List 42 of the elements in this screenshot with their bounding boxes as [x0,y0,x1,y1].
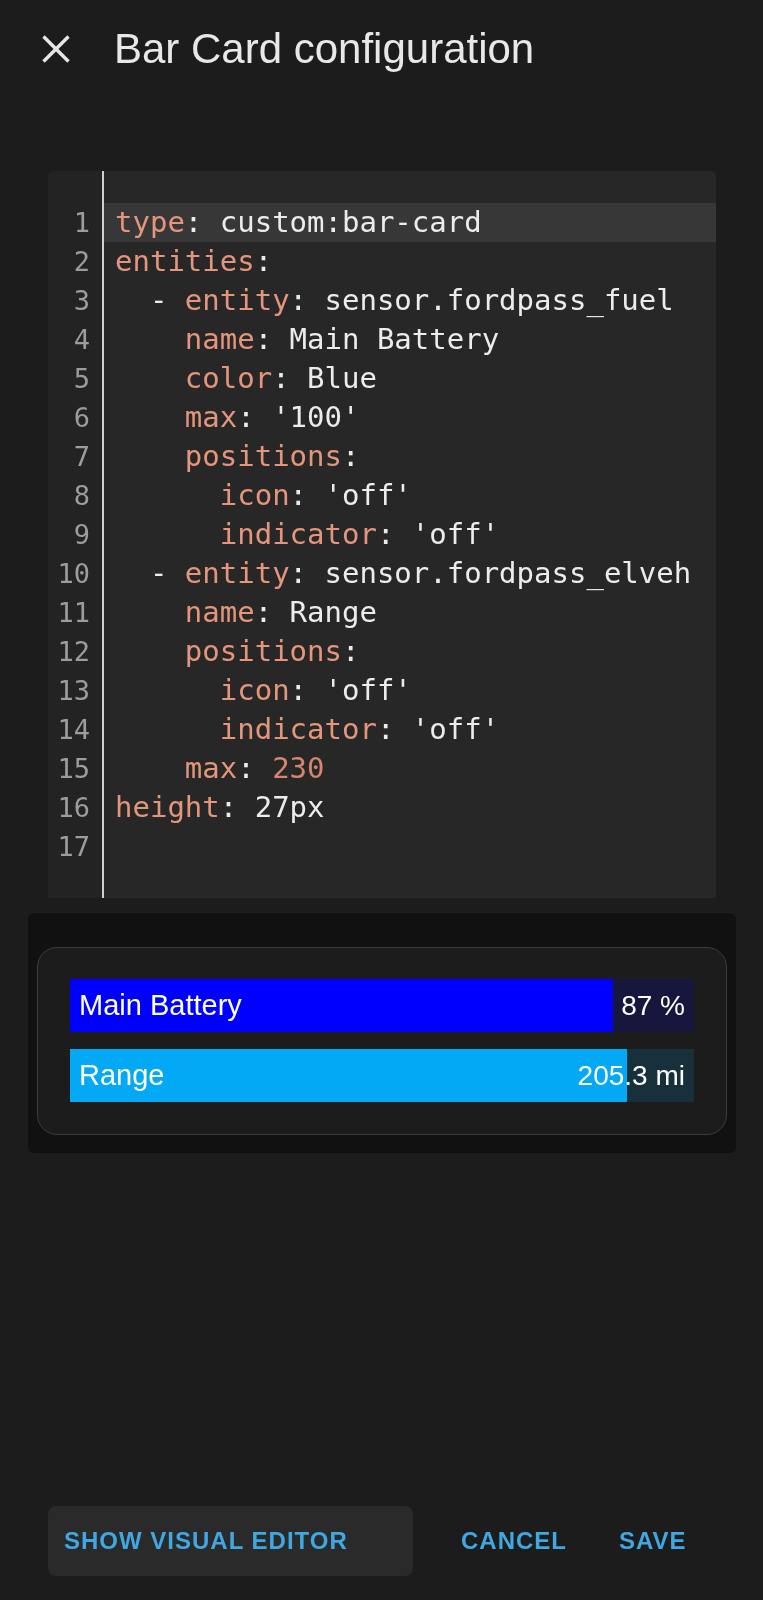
bar-value: 87 % [621,989,685,1022]
code-line: color: Blue [183,360,377,397]
line-number: 9 [73,518,90,552]
code-line: name: Main Battery [183,321,500,358]
code-line: indicator: 'off' [218,711,500,748]
line-number: 1 [73,206,90,240]
close-icon [42,35,70,63]
dialog-title: Bar Card configuration [114,24,535,74]
code-line: positions: [183,438,360,475]
code-line: type: custom:bar-card [115,204,482,241]
line-number: 12 [57,635,90,669]
line-number: 7 [73,440,90,474]
code-line: max: '100' [183,399,360,436]
line-number: 2 [73,245,90,279]
code-line: - entity: sensor.fordpass_fuel [148,282,674,319]
bar-label: Main Battery [79,989,242,1022]
line-number: 14 [57,713,90,747]
code-line: - entity: sensor.fordpass_elveh [148,555,692,592]
code-line: icon: 'off' [218,477,412,514]
code-line: max: 230 [183,750,325,787]
line-number: 8 [73,479,90,513]
line-number: 15 [57,752,90,786]
dialog-action-button[interactable]: SAVE [603,1506,703,1576]
line-number: 6 [73,401,90,435]
line-number: 5 [73,362,90,396]
code-line: indicator: 'off' [218,516,500,553]
code-editor[interactable] [48,171,716,898]
line-number: 3 [73,284,90,318]
bar-label: Range [79,1059,165,1092]
dialog-action-button[interactable]: CANCEL [445,1506,583,1576]
code-line: entities: [115,243,273,280]
code-line: height: 27px [115,789,325,826]
line-number: 16 [57,791,90,825]
line-number: 11 [57,596,90,630]
line-number: 17 [57,830,90,864]
code-line: name: Range [183,594,377,631]
code-line: icon: 'off' [218,672,412,709]
line-number: 13 [57,674,90,708]
line-number: 10 [57,557,90,591]
show-visual-editor-button[interactable]: SHOW VISUAL EDITOR [48,1506,413,1576]
code-line: positions: [183,633,360,670]
line-number: 4 [73,323,90,357]
